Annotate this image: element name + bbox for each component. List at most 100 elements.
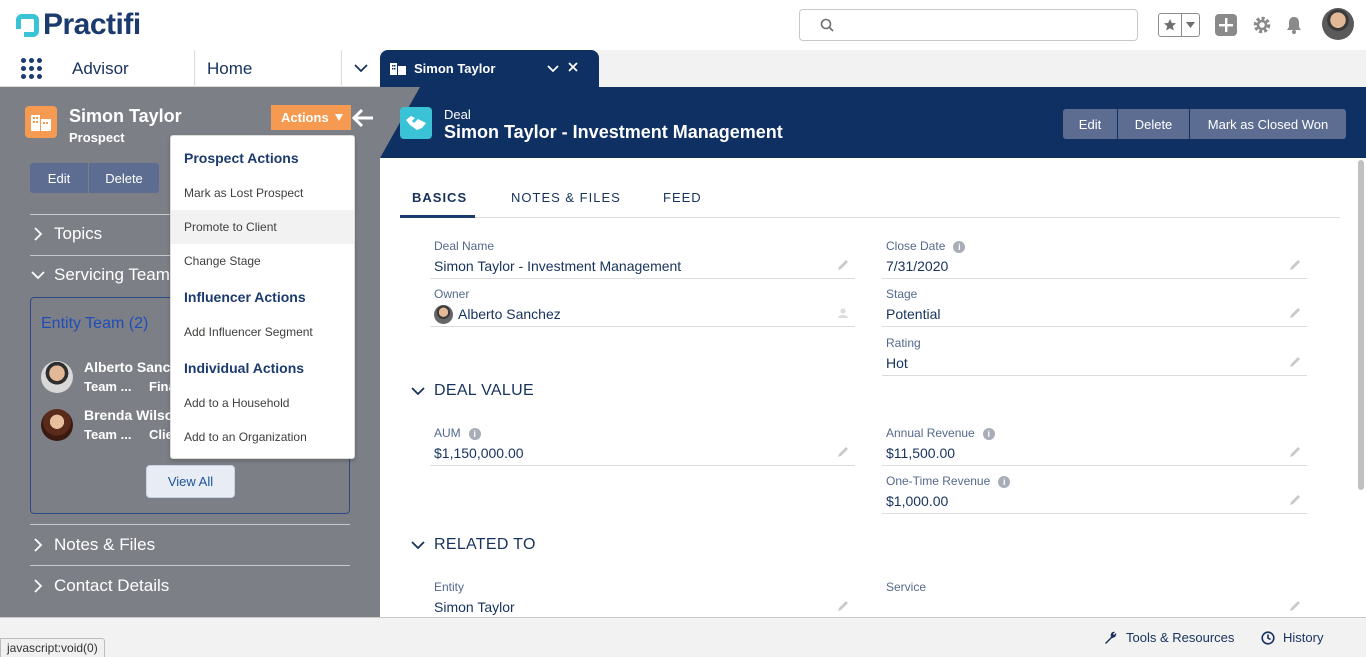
menu-item-add-household[interactable]: Add to a Household <box>171 386 354 420</box>
global-actions-button[interactable] <box>1214 13 1238 37</box>
info-icon[interactable]: i <box>982 428 995 440</box>
edit-pencil-icon[interactable] <box>837 259 849 271</box>
divider <box>30 565 350 566</box>
gear-icon <box>1253 16 1271 34</box>
plus-icon <box>1215 14 1237 36</box>
global-search[interactable] <box>799 9 1138 41</box>
edit-pencil-icon[interactable] <box>1289 356 1301 368</box>
field-deal-name: Deal Name Simon Taylor - Investment Mana… <box>430 231 855 279</box>
section-contact-details-label: Contact Details <box>54 576 170 595</box>
app-launcher-icon[interactable] <box>21 58 42 79</box>
close-icon[interactable] <box>566 60 580 74</box>
field-label: AUM i <box>434 426 481 440</box>
arrow-left-icon[interactable] <box>351 107 375 129</box>
actions-button[interactable]: Actions <box>271 105 351 130</box>
field-value: 7/31/2020 <box>886 258 949 274</box>
entity-icon <box>390 63 406 75</box>
edit-pencil-icon[interactable] <box>837 600 849 612</box>
menu-item-mark-lost[interactable]: Mark as Lost Prospect <box>171 176 354 210</box>
menu-item-add-segment[interactable]: Add Influencer Segment <box>171 315 354 349</box>
view-all-button[interactable]: View All <box>146 465 235 498</box>
history-button[interactable]: History <box>1261 630 1323 645</box>
menu-heading-individual: Individual Actions <box>184 360 305 376</box>
field-close-date: Close Date i 7/31/2020 <box>882 231 1307 279</box>
edit-pencil-icon[interactable] <box>1289 259 1301 271</box>
favorites-star-button[interactable] <box>1159 14 1182 36</box>
chevron-down-icon <box>411 541 425 550</box>
entity-edit-button[interactable]: Edit <box>30 163 88 193</box>
change-owner-icon[interactable] <box>837 307 849 319</box>
active-tab-indicator <box>400 215 475 218</box>
team-title[interactable]: Entity Team (2) <box>41 315 148 333</box>
section-notes-files[interactable]: Notes & Files <box>30 530 350 560</box>
logo-text: Practifi <box>43 8 141 41</box>
avatar <box>41 361 73 393</box>
field-value[interactable]: Simon Taylor <box>434 599 515 615</box>
notifications-button[interactable] <box>1282 13 1306 37</box>
edit-pencil-icon[interactable] <box>1289 446 1301 458</box>
chevron-down-icon[interactable] <box>546 61 560 75</box>
info-icon[interactable]: i <box>998 476 1011 488</box>
owner-avatar <box>434 305 453 324</box>
edit-pencil-icon[interactable] <box>837 446 849 458</box>
tab-simon-taylor[interactable]: Simon Taylor <box>380 50 599 87</box>
avatar <box>41 409 73 441</box>
search-input[interactable] <box>842 14 1122 36</box>
chevron-down-icon <box>354 64 368 73</box>
mark-closed-won-button[interactable]: Mark as Closed Won <box>1190 109 1346 139</box>
field-aum: AUM i $1,150,000.00 <box>430 418 855 466</box>
record-header: Deal Simon Taylor - Investment Managemen… <box>380 87 1366 158</box>
field-label: Service <box>886 580 927 594</box>
menu-item-promote-client[interactable]: Promote to Client <box>171 210 354 244</box>
menu-heading-influencer: Influencer Actions <box>184 289 306 305</box>
field-service: Service <box>882 572 1307 620</box>
entity-delete-button[interactable]: Delete <box>89 163 159 193</box>
member-role: Team ... <box>84 379 132 394</box>
nav-left: Advisor Home <box>0 50 380 87</box>
record-title: Simon Taylor - Investment Management <box>444 122 783 142</box>
field-rating: Rating Hot <box>882 328 1307 376</box>
info-icon[interactable]: i <box>953 241 966 253</box>
deal-icon <box>400 107 432 139</box>
nav-item-home[interactable]: Home <box>194 50 342 87</box>
scrollbar-thumb[interactable] <box>1358 160 1364 490</box>
field-entity: Entity Simon Taylor <box>430 572 855 620</box>
field-label: One-Time Revenue i <box>886 474 1011 488</box>
edit-pencil-icon[interactable] <box>1289 600 1301 612</box>
actions-menu: Prospect Actions Mark as Lost Prospect P… <box>170 135 355 459</box>
nav-menu-button[interactable] <box>342 50 380 87</box>
member-role: Team ... <box>84 427 132 442</box>
practifi-logo[interactable]: Practifi <box>16 10 141 40</box>
info-icon[interactable]: i <box>468 428 481 440</box>
favorites-dropdown-button[interactable] <box>1182 14 1199 36</box>
entity-name: Simon Taylor <box>69 106 182 126</box>
chevron-right-icon <box>30 226 46 242</box>
tools-resources-button[interactable]: Tools & Resources <box>1104 630 1234 645</box>
edit-pencil-icon[interactable] <box>1289 494 1301 506</box>
edit-pencil-icon[interactable] <box>1289 307 1301 319</box>
menu-item-change-stage[interactable]: Change Stage <box>171 244 354 278</box>
app-name: Advisor <box>72 59 129 78</box>
tab-basics[interactable]: BASICS <box>412 190 467 205</box>
tab-notes-files[interactable]: NOTES & FILES <box>511 190 621 205</box>
field-one-time-revenue: One-Time Revenue i $1,000.00 <box>882 466 1307 514</box>
section-deal-value[interactable]: DEAL VALUE <box>410 379 534 403</box>
star-icon <box>1164 19 1176 31</box>
section-related-to-label: RELATED TO <box>434 536 536 553</box>
field-value[interactable]: Alberto Sanchez <box>458 306 561 322</box>
tools-resources-label: Tools & Resources <box>1126 630 1235 645</box>
tab-feed[interactable]: FEED <box>663 190 702 205</box>
field-value: Potential <box>886 306 941 322</box>
field-value: $11,500.00 <box>886 445 956 461</box>
record-delete-button[interactable]: Delete <box>1118 109 1190 139</box>
section-contact-details[interactable]: Contact Details <box>30 571 350 601</box>
user-avatar[interactable] <box>1322 8 1354 40</box>
setup-button[interactable] <box>1250 13 1274 37</box>
field-stage: Stage Potential <box>882 279 1307 327</box>
field-value: Hot <box>886 355 908 371</box>
field-label: Deal Name <box>434 239 495 253</box>
section-related-to[interactable]: RELATED TO <box>410 533 536 557</box>
menu-item-add-organization[interactable]: Add to an Organization <box>171 420 354 454</box>
section-notes-files-label: Notes & Files <box>54 535 156 554</box>
record-edit-button[interactable]: Edit <box>1063 109 1118 139</box>
